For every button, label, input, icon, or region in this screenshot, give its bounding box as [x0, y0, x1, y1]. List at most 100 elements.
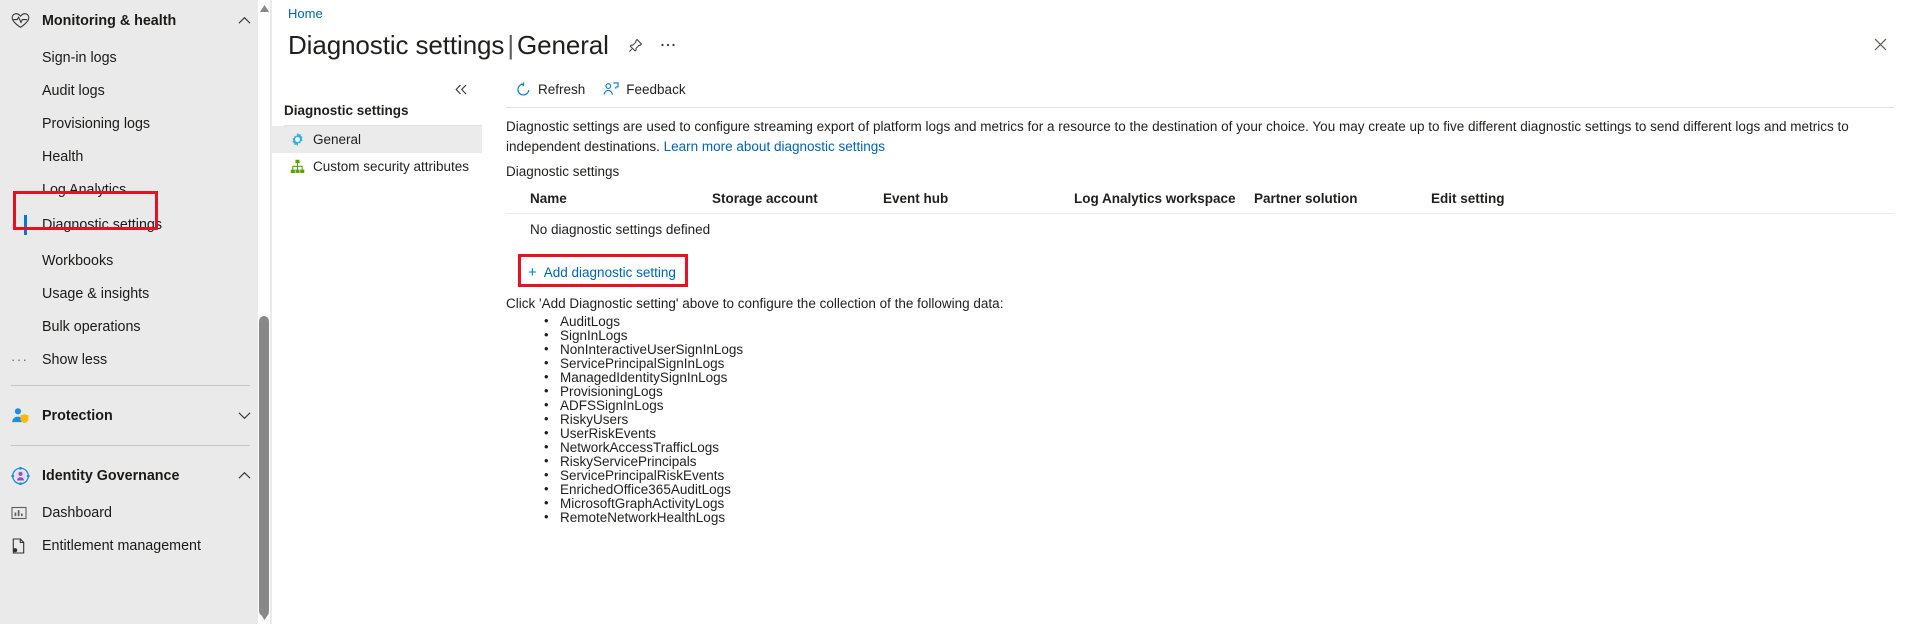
chart-icon: [11, 505, 27, 521]
table-column-header-log-analytics-workspace[interactable]: Log Analytics workspace: [1074, 191, 1236, 206]
log-category-item: UserRiskEvents: [544, 426, 743, 441]
table-column-header-edit-setting[interactable]: Edit setting: [1431, 191, 1505, 206]
sidebar-item-dashboard[interactable]: Dashboard: [0, 496, 272, 529]
sidebar-item-show-less[interactable]: ··· Show less: [0, 343, 272, 376]
sidebar-item-label: Show less: [42, 351, 108, 368]
title-row: Diagnostic settings | General: [288, 28, 677, 62]
close-blade-button[interactable]: [1868, 32, 1892, 56]
sidebar-item-entitlement-management[interactable]: Entitlement management: [0, 529, 272, 562]
sidebar-item-log-analytics[interactable]: Log Analytics: [0, 173, 272, 206]
breadcrumb-home[interactable]: Home: [288, 6, 323, 21]
sidebar-item-audit-logs[interactable]: Audit logs: [0, 74, 272, 107]
sidebar-group-monitoring-health[interactable]: Monitoring & health: [0, 0, 272, 41]
log-categories-list: AuditLogsSignInLogsNonInteractiveUserSig…: [524, 314, 743, 525]
heartbeat-icon: [11, 12, 30, 29]
sidebar-group-label: Monitoring & health: [42, 12, 177, 29]
log-category-item: EnrichedOffice365AuditLogs: [544, 482, 743, 497]
log-category-item: ManagedIdentitySignInLogs: [544, 370, 743, 385]
sidebar-item-workbooks[interactable]: Workbooks: [0, 244, 272, 277]
log-category-item: RemoteNetworkHealthLogs: [544, 510, 743, 525]
sidebar-item-label: Workbooks: [42, 252, 114, 269]
diagnostic-settings-table: Name Storage account Event hub Log Analytic…: [506, 184, 1894, 244]
log-category-item: RiskyServicePrincipals: [544, 454, 743, 469]
page-title-sub: General: [516, 29, 609, 60]
sidebar-item-bulk-operations[interactable]: Bulk operations: [0, 310, 272, 343]
add-diagnostic-setting-button[interactable]: + Add diagnostic setting: [522, 258, 686, 286]
table-header-row: Name Storage account Event hub Log Analytic…: [506, 184, 1894, 214]
table-column-header-partner-solution[interactable]: Partner solution: [1254, 191, 1358, 206]
page-title-main: Diagnostic settings: [288, 29, 505, 60]
log-category-item: ServicePrincipalRiskEvents: [544, 468, 743, 483]
sidebar-nav-list: Monitoring & health Sign-in logs Audit log…: [0, 0, 272, 562]
command-bar: Refresh Feedback: [504, 72, 1912, 107]
table-column-header-storage-account[interactable]: Storage account: [712, 191, 818, 206]
sidebar-selection-indicator: [24, 215, 27, 235]
table-column-header-name[interactable]: Name: [530, 191, 567, 206]
sidebar-item-label: Bulk operations: [42, 318, 141, 335]
sidebar-item-usage-insights[interactable]: Usage & insights: [0, 277, 272, 310]
sidebar-item-label: Log Analytics: [42, 181, 127, 198]
log-category-item: ServicePrincipalSignInLogs: [544, 356, 743, 371]
sidebar-item-health[interactable]: Health: [0, 140, 272, 173]
sidebar-scrollbar-thumb[interactable]: [259, 316, 269, 616]
sidebar-item-label: Provisioning logs: [42, 115, 151, 132]
feedback-button-label: Feedback: [626, 82, 686, 97]
pin-icon[interactable]: [627, 36, 645, 54]
refresh-button[interactable]: Refresh: [506, 75, 594, 105]
chevron-up-icon[interactable]: [236, 468, 252, 484]
blade-content: Refresh Feedback Diagnostic settings are…: [504, 72, 1912, 624]
inner-menu-item-custom-security-attributes[interactable]: Custom security attributes: [272, 153, 482, 180]
sidebar-item-label: Dashboard: [42, 504, 112, 521]
chevron-double-left-icon[interactable]: [452, 80, 470, 98]
log-category-item: ADFSSignInLogs: [544, 398, 743, 413]
chevron-up-icon: [238, 471, 251, 480]
table-body: No diagnostic settings defined: [506, 214, 1894, 244]
sidebar-item-sign-in-logs[interactable]: Sign-in logs: [0, 41, 272, 74]
gear-icon: [290, 132, 305, 147]
diagnostic-settings-blade: Home Diagnostic settings | General Diagn…: [272, 0, 1912, 624]
feedback-button[interactable]: Feedback: [594, 75, 694, 105]
sidebar-scrollbar[interactable]: [258, 0, 270, 624]
identity-governance-icon: [11, 466, 30, 485]
sidebar-group-identity-governance[interactable]: Identity Governance: [0, 455, 272, 496]
sidebar-item-label: Audit logs: [42, 82, 105, 99]
sidebar-item-label: Sign-in logs: [42, 49, 117, 66]
log-category-item: ProvisioningLogs: [544, 384, 743, 399]
more-options-icon[interactable]: [659, 36, 677, 54]
sidebar-item-label: Usage & insights: [42, 285, 150, 302]
sidebar-item-diagnostic-settings[interactable]: Diagnostic settings: [0, 206, 272, 244]
inner-menu-item-label: General: [313, 132, 362, 147]
left-sidebar: Monitoring & health Sign-in logs Audit log…: [0, 0, 272, 624]
chevron-up-icon: [238, 16, 251, 25]
ellipsis-icon: ···: [11, 352, 29, 367]
page-title-separator: |: [507, 29, 514, 60]
sidebar-item-provisioning-logs[interactable]: Provisioning logs: [0, 107, 272, 140]
chevron-up-icon[interactable]: [236, 13, 252, 29]
refresh-button-label: Refresh: [538, 82, 586, 97]
chevron-down-icon: [238, 411, 251, 420]
page-title: Diagnostic settings | General: [288, 30, 609, 61]
inner-menu-item-general[interactable]: General: [272, 126, 482, 153]
log-category-item: NonInteractiveUserSignInLogs: [544, 342, 743, 357]
scroll-down-arrow-icon[interactable]: [259, 611, 269, 621]
sidebar-item-label: Diagnostic settings: [42, 217, 162, 233]
table-caption: Diagnostic settings: [506, 164, 620, 179]
document-icon: [11, 537, 26, 554]
sidebar-divider: [11, 445, 250, 446]
log-category-item: MicrosoftGraphActivityLogs: [544, 496, 743, 511]
sidebar-group-protection[interactable]: Protection: [0, 395, 272, 436]
log-category-item: RiskyUsers: [544, 412, 743, 427]
refresh-icon: [515, 82, 531, 98]
inner-menu-item-label: Custom security attributes: [313, 159, 470, 174]
inner-menu-heading: Diagnostic settings: [284, 103, 409, 118]
scroll-up-arrow-icon[interactable]: [259, 3, 269, 13]
table-column-header-event-hub[interactable]: Event hub: [883, 191, 948, 206]
chevron-down-icon[interactable]: [236, 408, 252, 424]
learn-more-link[interactable]: Learn more about diagnostic settings: [664, 139, 885, 154]
log-category-item: AuditLogs: [544, 314, 743, 329]
sidebar-item-label: Entitlement management: [42, 537, 201, 554]
azure-portal-screen: Monitoring & health Sign-in logs Audit log…: [0, 0, 1912, 624]
log-category-item: SignInLogs: [544, 328, 743, 343]
add-diagnostic-setting-wrap: + Add diagnostic setting: [522, 258, 686, 286]
sidebar-divider: [11, 385, 250, 386]
